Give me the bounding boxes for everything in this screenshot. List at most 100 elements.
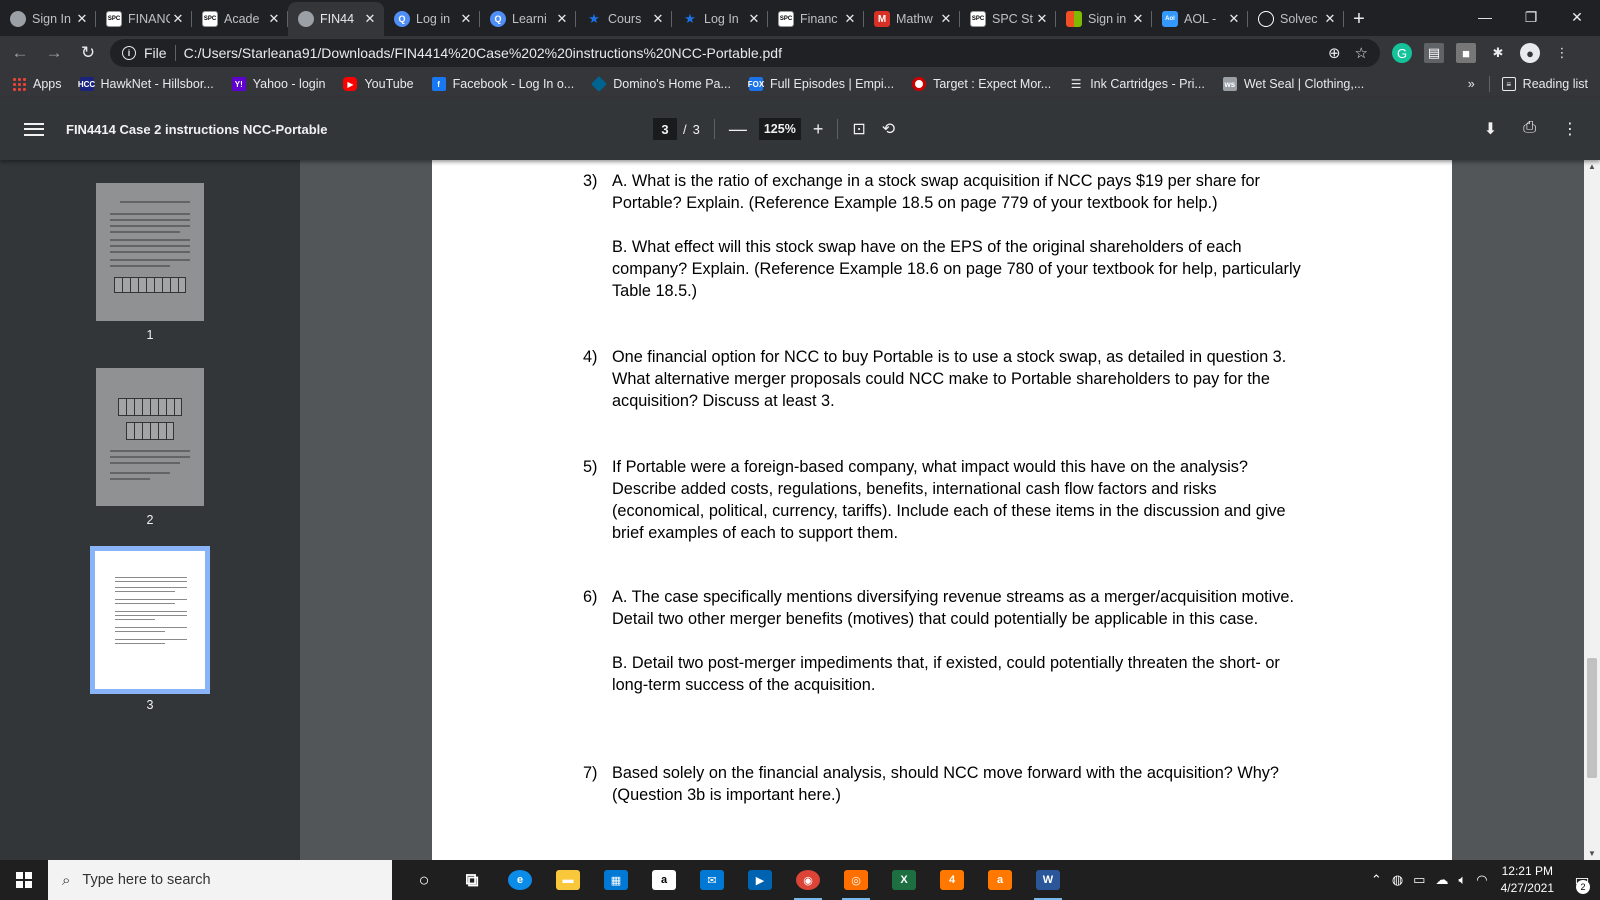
browser-tab[interactable]: SPC Financ ✕ — [768, 2, 864, 36]
download-icon[interactable]: ⬇ — [1484, 119, 1497, 139]
bookmark-item[interactable]: Target : Expect Mor... — [912, 77, 1051, 91]
url-text[interactable]: C:/Users/Starleana91/Downloads/FIN4414%2… — [184, 45, 1328, 61]
pdf-viewer[interactable]: 3) A. What is the ratio of exchange in a … — [300, 160, 1584, 860]
wifi-icon[interactable]: ◠ — [1476, 872, 1487, 888]
browser-menu-icon[interactable]: ⋮ — [1552, 43, 1572, 63]
page-number-input[interactable]: 3 — [653, 118, 677, 140]
action-center-button[interactable]: ▭ 2 — [1564, 860, 1600, 900]
extension-icon[interactable]: ▤ — [1424, 43, 1444, 63]
forward-button[interactable]: → — [40, 39, 68, 67]
taskbar-search-box[interactable]: ⌕ Type here to search — [48, 860, 392, 900]
close-tab-icon[interactable]: ✕ — [1226, 11, 1242, 27]
close-tab-icon[interactable]: ✕ — [554, 11, 570, 27]
taskbar-app-button[interactable]: a — [976, 860, 1024, 900]
bookmark-star-icon[interactable]: ☆ — [1355, 44, 1368, 62]
print-icon[interactable]: ⎙ — [1523, 119, 1536, 139]
bookmark-item[interactable]: ws Wet Seal | Clothing,... — [1222, 77, 1364, 91]
bookmark-item[interactable]: ▶ YouTube — [343, 77, 414, 91]
menu-icon[interactable] — [24, 122, 44, 136]
taskbar-app-button[interactable]: ▬ — [544, 860, 592, 900]
back-button[interactable]: ← — [6, 39, 34, 67]
close-tab-icon[interactable]: ✕ — [170, 11, 186, 27]
volume-icon[interactable]: 🔈︎ — [1458, 872, 1466, 888]
site-info-icon[interactable]: i — [122, 46, 136, 60]
browser-tab[interactable]: Solvec ✕ — [1248, 2, 1344, 36]
show-hidden-icons-icon[interactable]: ⌃ — [1371, 872, 1382, 888]
new-tab-button[interactable]: + — [1344, 2, 1374, 36]
page-thumbnail-1[interactable] — [96, 183, 204, 321]
browser-tab[interactable]: SPC Acade ✕ — [192, 2, 288, 36]
close-window-icon[interactable]: ✕ — [1554, 0, 1600, 34]
close-tab-icon[interactable]: ✕ — [650, 11, 666, 27]
close-tab-icon[interactable]: ✕ — [458, 11, 474, 27]
taskbar-app-button[interactable]: e — [496, 860, 544, 900]
battery-icon[interactable]: ▭ — [1413, 872, 1425, 888]
more-actions-icon[interactable]: ⋮ — [1562, 119, 1578, 139]
bookmark-item[interactable]: FOX Full Episodes | Empi... — [748, 77, 894, 91]
scroll-up-arrow-icon[interactable]: ▲ — [1588, 162, 1596, 171]
bookmark-item[interactable]: HCC HawkNet - Hillsbor... — [78, 77, 214, 91]
taskbar-app-button[interactable]: ◎ — [832, 860, 880, 900]
browser-tab[interactable]: FIN44 ✕ — [288, 2, 384, 36]
browser-tab[interactable]: Q Learni ✕ — [480, 2, 576, 36]
close-tab-icon[interactable]: ✕ — [74, 11, 90, 27]
taskbar-app-button[interactable]: a — [640, 860, 688, 900]
browser-tab[interactable]: ★ Cours ✕ — [576, 2, 672, 36]
taskbar-app-button[interactable]: ✉ — [688, 860, 736, 900]
scroll-down-arrow-icon[interactable]: ▼ — [1588, 849, 1596, 858]
reload-button[interactable]: ↻ — [74, 39, 102, 67]
bookmark-item[interactable]: Apps — [12, 77, 62, 91]
browser-tab[interactable]: Sign In ✕ — [0, 2, 96, 36]
browser-tab[interactable]: ★ Log In ✕ — [672, 2, 768, 36]
reading-list-icon[interactable]: ≡ — [1501, 77, 1516, 91]
bookmark-item[interactable]: Y! Yahoo - login — [231, 77, 325, 91]
close-tab-icon[interactable]: ✕ — [266, 11, 282, 27]
browser-tab[interactable]: Q Log in ✕ — [384, 2, 480, 36]
close-tab-icon[interactable]: ✕ — [746, 11, 762, 27]
browser-tab[interactable]: Aol AOL - ✕ — [1152, 2, 1248, 36]
zoom-out-button[interactable]: — — [729, 119, 747, 140]
taskbar-app-button[interactable]: ▦ — [592, 860, 640, 900]
fit-to-page-icon[interactable]: ⊡ — [852, 119, 865, 139]
taskbar-app-button[interactable]: X — [880, 860, 928, 900]
address-bar[interactable]: i File C:/Users/Starleana91/Downloads/FI… — [110, 39, 1380, 67]
close-tab-icon[interactable]: ✕ — [938, 11, 954, 27]
taskbar-app-button[interactable]: ◉ — [784, 860, 832, 900]
start-button[interactable] — [0, 860, 48, 900]
taskbar-app-button[interactable]: 4 — [928, 860, 976, 900]
taskbar-app-button[interactable]: ⧉ — [448, 860, 496, 900]
zoom-level-input[interactable]: 125% — [758, 118, 801, 140]
scrollbar-thumb[interactable] — [1587, 658, 1597, 778]
close-tab-icon[interactable]: ✕ — [842, 11, 858, 27]
bookmark-item[interactable]: Domino's Home Pa... — [591, 76, 731, 92]
rotate-icon[interactable]: ⟲ — [882, 119, 895, 139]
browser-tab[interactable]: SPC SPC St ✕ — [960, 2, 1056, 36]
onedrive-icon[interactable]: ☁ — [1435, 872, 1448, 888]
reading-list-button[interactable]: Reading list — [1523, 77, 1588, 91]
profile-avatar-icon[interactable]: ● — [1520, 43, 1540, 63]
close-tab-icon[interactable]: ✕ — [362, 11, 378, 27]
page-thumbnail-3[interactable] — [90, 546, 210, 694]
close-tab-icon[interactable]: ✕ — [1034, 11, 1050, 27]
restore-icon[interactable]: ❐ — [1508, 0, 1554, 34]
close-tab-icon[interactable]: ✕ — [1322, 11, 1338, 27]
zoom-in-button[interactable]: + — [813, 119, 824, 140]
vertical-scrollbar[interactable]: ▲ ▼ — [1584, 160, 1600, 860]
browser-tab[interactable]: Sign in ✕ — [1056, 2, 1152, 36]
zoom-icon[interactable]: ⊕ — [1328, 44, 1341, 62]
taskbar-app-button[interactable]: W — [1024, 860, 1072, 900]
clock[interactable]: 12:21 PM 4/27/2021 — [1501, 863, 1554, 897]
extension-box-icon[interactable]: ■ — [1456, 43, 1476, 63]
browser-tab[interactable]: M Mathw ✕ — [864, 2, 960, 36]
device-icon[interactable]: ◍ — [1392, 872, 1403, 888]
taskbar-app-button[interactable]: ▶ — [736, 860, 784, 900]
bookmarks-overflow-button[interactable]: » — [1468, 77, 1475, 91]
grammarly-icon[interactable]: G — [1392, 43, 1412, 63]
bookmark-item[interactable]: f Facebook - Log In o... — [431, 77, 574, 91]
close-tab-icon[interactable]: ✕ — [1130, 11, 1146, 27]
bookmark-item[interactable]: ☰ Ink Cartridges - Pri... — [1069, 77, 1205, 91]
minimize-icon[interactable]: — — [1462, 0, 1508, 34]
page-thumbnail-2[interactable] — [96, 368, 204, 506]
taskbar-app-button[interactable]: ○ — [400, 860, 448, 900]
browser-tab[interactable]: SPC FINANC ✕ — [96, 2, 192, 36]
